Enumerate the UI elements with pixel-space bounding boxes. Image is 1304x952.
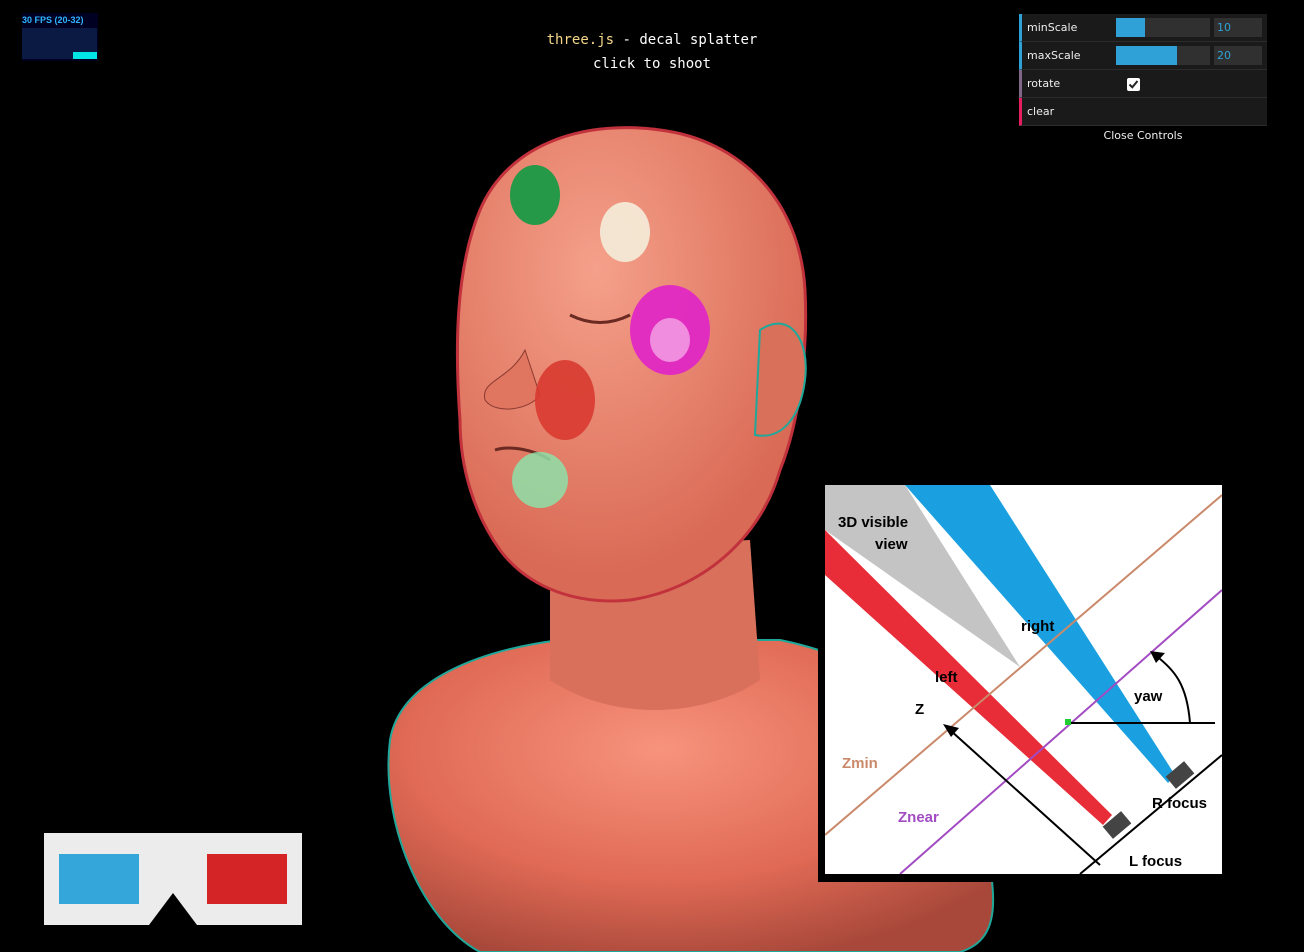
threejs-link[interactable]: three.js <box>547 32 614 48</box>
3d-glasses-icon <box>44 833 302 925</box>
visible-label-line1: 3D visible <box>838 514 908 531</box>
right-lens <box>207 854 287 904</box>
left-label: left <box>935 669 958 686</box>
minscale-label: minScale <box>1027 21 1078 34</box>
visible-label-line2: view <box>875 536 908 553</box>
info-title-text: - decal splatter <box>614 32 758 48</box>
right-camera-icon <box>1165 761 1195 789</box>
minscale-input[interactable]: 10 <box>1214 18 1262 37</box>
minscale-slider[interactable] <box>1116 18 1210 37</box>
rotate-label: rotate <box>1027 77 1061 90</box>
maxscale-label: maxScale <box>1027 49 1081 62</box>
mint-splat <box>512 452 568 508</box>
stereo-diagram-canvas: 3D visible view right left yaw Z Zmin Zn… <box>825 485 1222 874</box>
maxscale-control[interactable]: maxScale 20 <box>1019 42 1267 70</box>
z-label: Z <box>915 701 924 718</box>
ear-shape <box>753 322 807 437</box>
left-eye-frustum <box>825 530 1112 825</box>
red-splat <box>535 360 595 440</box>
minscale-control[interactable]: minScale 10 <box>1019 14 1267 42</box>
magenta-splat-highlight <box>650 318 690 362</box>
maxscale-slider[interactable] <box>1116 46 1210 65</box>
minscale-slider-fill <box>1116 18 1146 37</box>
zmin-label: Zmin <box>842 755 878 772</box>
left-lens <box>59 854 139 904</box>
rotate-checkbox[interactable] <box>1127 78 1140 91</box>
rfocus-label: R focus <box>1152 795 1207 812</box>
fps-readout: 30 FPS (20-32) <box>22 15 84 25</box>
stereo-diagram: 3D visible view right left yaw Z Zmin Zn… <box>818 482 1226 882</box>
yaw-label: yaw <box>1134 688 1163 705</box>
green-splat <box>510 165 560 225</box>
white-splat <box>600 202 650 262</box>
stereo-diagram-svg: 3D visible view right left yaw Z Zmin Zn… <box>825 485 1222 874</box>
lfocus-label: L focus <box>1129 853 1182 870</box>
center-marker <box>1065 719 1071 725</box>
maxscale-slider-fill <box>1116 46 1178 65</box>
head-shape <box>455 126 808 603</box>
maxscale-input[interactable]: 20 <box>1214 46 1262 65</box>
rotate-control[interactable]: rotate <box>1019 70 1267 98</box>
checkmark-icon <box>1128 80 1139 89</box>
znear-label: Znear <box>898 809 939 826</box>
clear-label: clear <box>1027 105 1055 118</box>
right-label: right <box>1021 618 1054 635</box>
